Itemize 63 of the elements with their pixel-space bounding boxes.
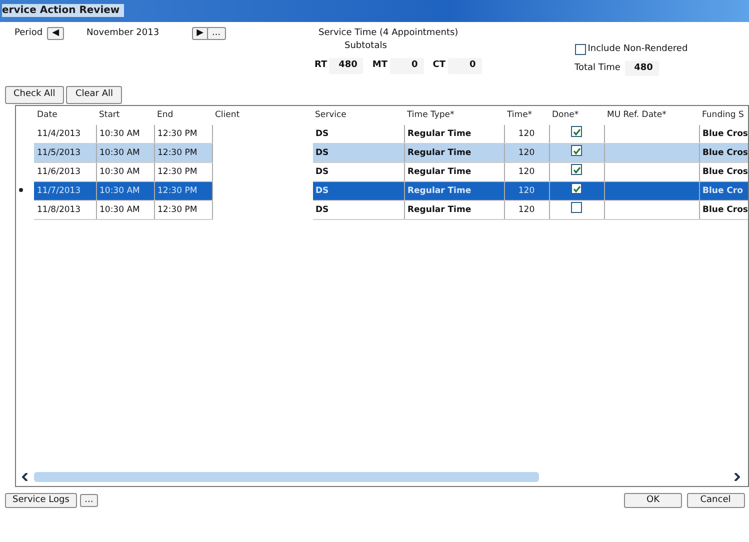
table-cell: 12:30 PM bbox=[154, 200, 212, 220]
table-cell: 120 bbox=[504, 182, 549, 201]
service-logs-button[interactable]: Service Logs bbox=[4, 492, 78, 508]
next-button[interactable]: ▶ bbox=[192, 26, 209, 40]
table-cell: Regular Time bbox=[404, 182, 504, 201]
table-cell: DS bbox=[312, 144, 404, 163]
cancel-button[interactable]: Cancel bbox=[686, 492, 744, 508]
value-field: 0 bbox=[390, 58, 424, 74]
column-header[interactable]: Done* bbox=[549, 106, 604, 125]
scrollbar-thumb[interactable] bbox=[34, 472, 539, 482]
scroll-left-icon[interactable] bbox=[22, 472, 28, 481]
column-header[interactable]: Funding S bbox=[699, 106, 748, 125]
field-label: MT bbox=[372, 59, 388, 72]
table-cell: 11/5/2013 bbox=[34, 144, 96, 163]
table-cell: Blue Cros bbox=[699, 200, 748, 220]
table-cell: 12:30 PM bbox=[154, 182, 212, 201]
field-label: RT bbox=[314, 59, 328, 72]
column-header[interactable]: End bbox=[154, 106, 212, 125]
column-header[interactable]: Start bbox=[96, 106, 154, 125]
column-header[interactable]: Time Type* bbox=[404, 106, 504, 125]
window-title: ervice Action Review bbox=[2, 4, 124, 17]
scroll-right-icon[interactable] bbox=[734, 472, 740, 481]
table-cell: 120 bbox=[504, 200, 549, 220]
column-header[interactable]: MU Ref. Date* bbox=[604, 106, 699, 125]
period-value: November 2013 bbox=[86, 26, 160, 40]
service-time-title: Service Time (4 Appointments) bbox=[318, 26, 460, 40]
done-checkbox[interactable] bbox=[571, 183, 582, 194]
done-checkbox[interactable] bbox=[571, 145, 582, 156]
table-cell: 10:30 AM bbox=[96, 144, 154, 163]
done-checkbox[interactable] bbox=[571, 202, 582, 214]
previous-button[interactable]: ◀ bbox=[47, 26, 64, 40]
table-cell: 12:30 PM bbox=[154, 144, 212, 163]
table-cell: 11/8/2013 bbox=[34, 200, 96, 220]
value-field: 0 bbox=[448, 58, 482, 74]
ok-button[interactable]: OK bbox=[624, 492, 682, 508]
table-cell: Blue Cro bbox=[699, 182, 748, 201]
column-header[interactable]: Time* bbox=[504, 106, 549, 125]
table-cell: DS bbox=[312, 182, 404, 201]
column-header[interactable]: Service bbox=[312, 106, 404, 125]
column-header[interactable]: Client bbox=[212, 106, 312, 125]
more-button[interactable]: ... bbox=[80, 494, 98, 508]
table-cell: 10:30 AM bbox=[96, 200, 154, 220]
check-all-button[interactable]: Check All bbox=[4, 86, 64, 104]
table-cell: Blue Cros bbox=[699, 144, 748, 163]
subtotals-label: Subtotals bbox=[344, 40, 388, 53]
include-checkbox[interactable] bbox=[574, 44, 586, 55]
done-checkbox[interactable] bbox=[571, 164, 582, 176]
clear-all-button[interactable]: Clear All bbox=[66, 86, 122, 104]
column-header[interactable]: Date bbox=[34, 106, 96, 125]
more-button[interactable]: ... bbox=[207, 26, 226, 40]
table-cell: DS bbox=[312, 200, 404, 220]
total-time-label: Total Time bbox=[574, 62, 620, 74]
table-cell: 10:30 AM bbox=[96, 182, 154, 201]
table-cell: 120 bbox=[504, 144, 549, 163]
value-field: 480 bbox=[329, 58, 364, 74]
period-label: Period bbox=[14, 26, 43, 40]
include-label: Include Non-Rendered bbox=[588, 42, 688, 56]
done-checkbox[interactable] bbox=[571, 126, 582, 138]
table-cell: Regular Time bbox=[404, 144, 504, 163]
table-cell: Regular Time bbox=[404, 200, 504, 220]
field-label: CT bbox=[432, 59, 446, 72]
table-cell: 11/7/2013 bbox=[34, 182, 96, 201]
total-time-field: 480 bbox=[624, 60, 659, 76]
